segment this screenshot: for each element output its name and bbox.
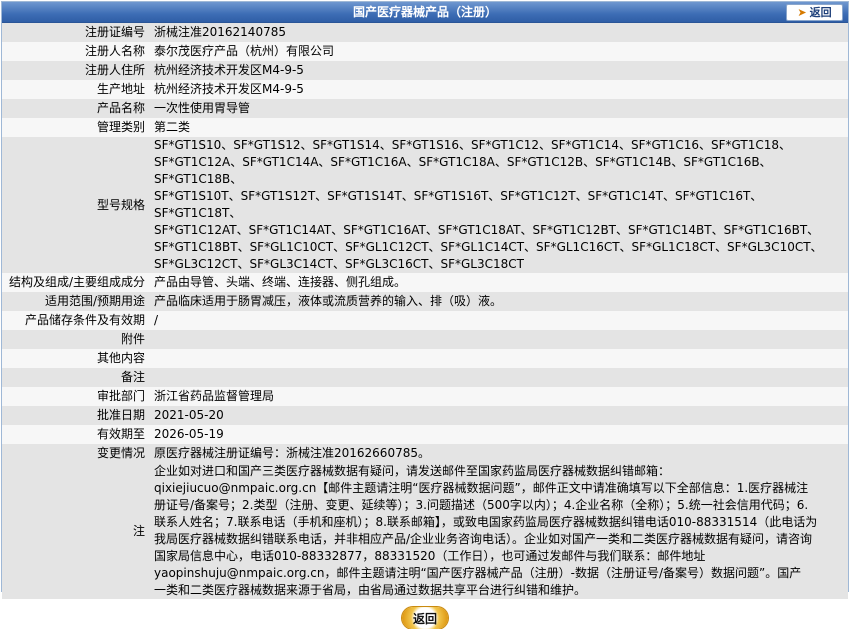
field-value-scope: 产品临床适用于肠胃减压，液体或流质营养的输入、排（吸）液。 xyxy=(151,292,848,311)
table-row: 结构及组成/主要组成成分 产品由导管、头端、终端、连接器、侧孔组成。 xyxy=(2,273,848,292)
model-line: SF*GT1C12A、SF*GT1C14A、SF*GT1C16A、SF*GT1C… xyxy=(154,155,772,186)
table-row: 型号规格 SF*GT1S10、SF*GT1S12、SF*GT1S14、SF*GT… xyxy=(2,137,848,273)
field-label: 其他内容 xyxy=(2,349,151,368)
table-row: 生产地址 杭州经济技术开发区M4-9-5 xyxy=(2,80,848,99)
note-line: yaopinshuju@nmpaic.org.cn，邮件主题请注明“国产医疗器械… xyxy=(154,566,802,580)
table-row: 产品名称 一次性使用胃导管 xyxy=(2,99,848,118)
note-line: qixiejiucuo@nmpaic.org.cn【邮件主题请注明“医疗器械数据… xyxy=(154,481,809,495)
field-label: 变更情况 xyxy=(2,444,151,463)
table-row: 注册人名称 泰尔茂医疗产品（杭州）有限公司 xyxy=(2,42,848,61)
table-row: 变更情况 原医疗器械注册证编号：浙械注准20162660785。 xyxy=(2,444,848,463)
field-label: 产品名称 xyxy=(2,99,151,118)
field-label: 附件 xyxy=(2,330,151,349)
table-row: 注 企业如对进口和国产三类医疗器械数据有疑问，请发送邮件至国家药监局医疗器械数据… xyxy=(2,463,848,599)
table-row: 管理类别 第二类 xyxy=(2,118,848,137)
field-value-attachment xyxy=(151,330,848,349)
field-label: 管理类别 xyxy=(2,118,151,137)
note-line: 企业如对进口和国产三类医疗器械数据有疑问，请发送邮件至国家药监局医疗器械数据纠错… xyxy=(154,464,671,478)
table-row: 备注 xyxy=(2,368,848,387)
model-line: SF*GT1S10T、SF*GT1S12T、SF*GT1S14T、SF*GT1S… xyxy=(154,189,763,220)
model-line: SF*GT1S10、SF*GT1S12、SF*GT1S14、SF*GT1S16、… xyxy=(154,138,791,152)
table-row: 其他内容 xyxy=(2,349,848,368)
field-label: 批准日期 xyxy=(2,406,151,425)
field-label: 注册人名称 xyxy=(2,42,151,61)
table-row: 注册人住所 杭州经济技术开发区M4-9-5 xyxy=(2,61,848,80)
field-label: 备注 xyxy=(2,368,151,387)
note-line: 我局医疗器械数据纠错联系电话，并非相应产品/企业业务咨询电话）。企业如对国产一类… xyxy=(154,532,813,546)
field-value-prod-addr: 杭州经济技术开发区M4-9-5 xyxy=(151,80,848,99)
title-bar: 国产医疗器械产品（注册） ➤ 返回 xyxy=(2,2,848,23)
table-row: 批准日期 2021-05-20 xyxy=(2,406,848,425)
field-value-dept: 浙江省药品监督管理局 xyxy=(151,387,848,406)
field-label: 结构及组成/主要组成成分 xyxy=(2,273,151,292)
field-value-change: 原医疗器械注册证编号：浙械注准20162660785。 xyxy=(151,444,848,463)
back-button-bottom[interactable]: 返回 xyxy=(402,607,448,629)
table-row: 有效期至 2026-05-19 xyxy=(2,425,848,444)
note-line: 册证号/备案号；2.类型（注册、变更、延续等）；3.问题描述（500字以内）；4… xyxy=(154,498,809,512)
field-label: 注册证编号 xyxy=(2,23,151,42)
note-line: 一类和二类医疗器械数据来源于省局，由省局通过数据共享平台进行纠错和维护。 xyxy=(154,583,587,597)
note-line: 国家局信息中心，电话010-88332877，88331520（工作日），也可通… xyxy=(154,549,706,563)
field-value-registrant-addr: 杭州经济技术开发区M4-9-5 xyxy=(151,61,848,80)
detail-panel: 国产医疗器械产品（注册） ➤ 返回 注册证编号 浙械注准20162140785 … xyxy=(1,1,849,629)
field-value-registrant: 泰尔茂医疗产品（杭州）有限公司 xyxy=(151,42,848,61)
field-value-remark xyxy=(151,368,848,387)
field-value-other xyxy=(151,349,848,368)
field-label: 审批部门 xyxy=(2,387,151,406)
field-value-note: 企业如对进口和国产三类医疗器械数据有疑问，请发送邮件至国家药监局医疗器械数据纠错… xyxy=(151,463,848,599)
page-title: 国产医疗器械产品（注册） xyxy=(352,5,497,19)
detail-table: 注册证编号 浙械注准20162140785 注册人名称 泰尔茂医疗产品（杭州）有… xyxy=(2,23,848,599)
back-button-label: 返回 xyxy=(412,611,437,626)
field-value-product-name: 一次性使用胃导管 xyxy=(151,99,848,118)
table-row: 附件 xyxy=(2,330,848,349)
table-row: 审批部门 浙江省药品监督管理局 xyxy=(2,387,848,406)
note-line: 联系人姓名；7.联系电话（手机和座机）；8.联系邮箱】，或致电国家药监局医疗器械… xyxy=(154,515,818,529)
model-line: SF*GT1C18BT、SF*GL1C10CT、SF*GL1C12CT、SF*G… xyxy=(154,240,823,254)
field-label: 产品储存条件及有效期 xyxy=(2,311,151,330)
model-line: SF*GT1C12AT、SF*GT1C14AT、SF*GT1C16AT、SF*G… xyxy=(154,223,820,237)
field-label: 生产地址 xyxy=(2,80,151,99)
table-row: 注册证编号 浙械注准20162140785 xyxy=(2,23,848,42)
field-value-category: 第二类 xyxy=(151,118,848,137)
arrow-right-icon: ➤ xyxy=(797,6,807,19)
field-value-models: SF*GT1S10、SF*GT1S12、SF*GT1S14、SF*GT1S16、… xyxy=(151,137,848,273)
field-label: 适用范围/预期用途 xyxy=(2,292,151,311)
field-value-storage: / xyxy=(151,311,848,330)
table-row: 产品储存条件及有效期 / xyxy=(2,311,848,330)
field-label: 注 xyxy=(2,463,151,599)
table-row: 适用范围/预期用途 产品临床适用于肠胃减压，液体或流质营养的输入、排（吸）液。 xyxy=(2,292,848,311)
model-line: SF*GL3C12CT、SF*GL3C14CT、SF*GL3C16CT、SF*G… xyxy=(154,257,524,271)
field-value-reg-no: 浙械注准20162140785 xyxy=(151,23,848,42)
footer: 返回 xyxy=(2,599,848,629)
field-value-structure: 产品由导管、头端、终端、连接器、侧孔组成。 xyxy=(151,273,848,292)
field-value-valid-until: 2026-05-19 xyxy=(151,425,848,444)
field-value-approval-date: 2021-05-20 xyxy=(151,406,848,425)
back-button-label: 返回 xyxy=(809,6,832,19)
back-button-top[interactable]: ➤ 返回 xyxy=(786,4,843,21)
field-label: 型号规格 xyxy=(2,137,151,273)
field-label: 有效期至 xyxy=(2,425,151,444)
field-label: 注册人住所 xyxy=(2,61,151,80)
